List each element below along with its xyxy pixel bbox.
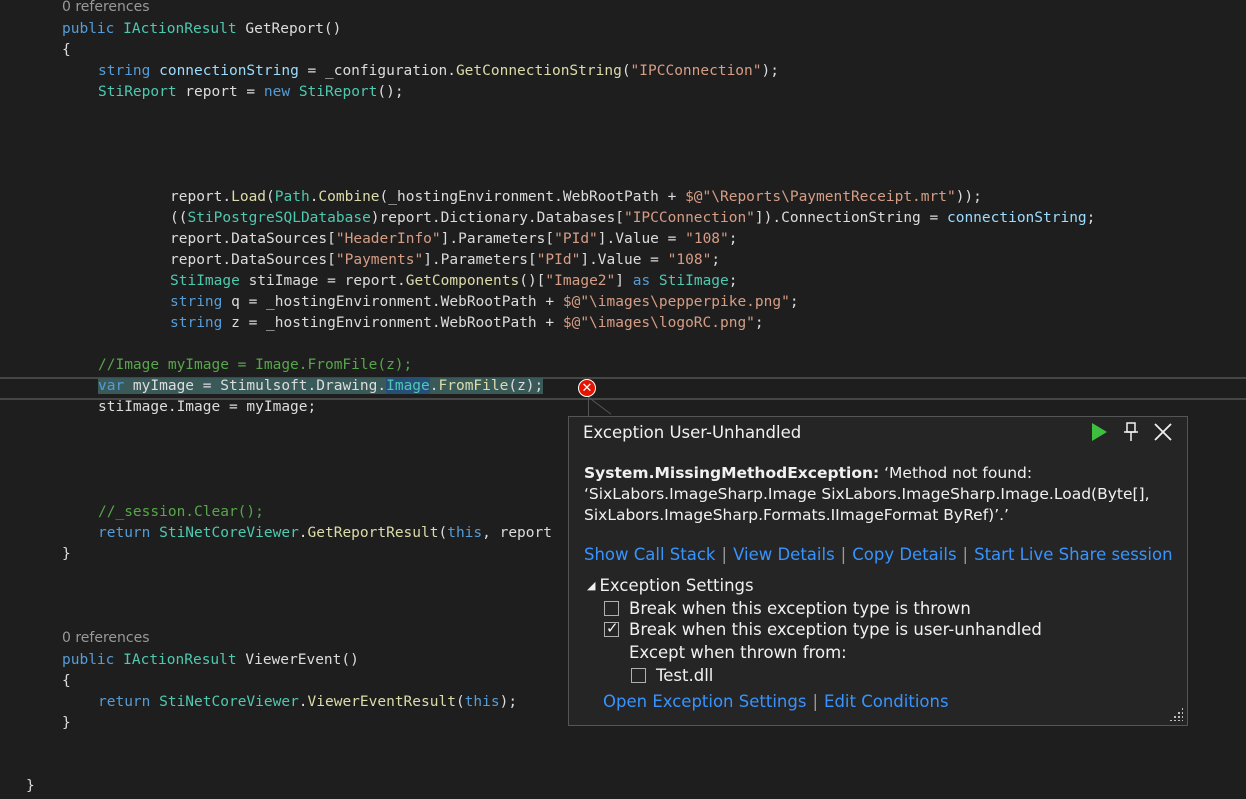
code-comment-session: //_session.Clear(); bbox=[98, 504, 264, 520]
code-line-report: StiReport report = new StiReport(); bbox=[98, 84, 404, 100]
start-live-share-link[interactable]: Start Live Share session bbox=[974, 545, 1172, 564]
break-thrown-option[interactable]: Break when this exception type is thrown bbox=[604, 599, 971, 618]
break-unhandled-checkbox[interactable] bbox=[604, 619, 619, 637]
brace-open-2: { bbox=[62, 673, 71, 689]
brace-close: } bbox=[62, 546, 71, 562]
method-signature-getreport: public IActionResult GetReport() bbox=[62, 21, 342, 37]
dll-checkbox[interactable] bbox=[631, 668, 646, 683]
brace-close-class: } bbox=[26, 778, 35, 794]
collapse-triangle-icon: ◢ bbox=[587, 579, 596, 592]
callout-tail bbox=[588, 397, 615, 417]
brace-open: { bbox=[62, 42, 71, 58]
code-line-assign: stiImage.Image = myImage; bbox=[98, 399, 317, 415]
dll-option[interactable]: Test.dll bbox=[631, 666, 713, 685]
codelens-references[interactable]: 0 references bbox=[62, 0, 150, 18]
break-unhandled-option[interactable]: Break when this exception type is user-u… bbox=[604, 619, 1042, 639]
settings-links: Open Exception Settings | Edit Conditions bbox=[603, 692, 949, 711]
code-line-datasource-headerinfo: report.DataSources["HeaderInfo"].Paramet… bbox=[170, 231, 738, 247]
code-line-return-viewerevent: return StiNetCoreViewer.ViewerEventResul… bbox=[98, 694, 518, 710]
exception-message: System.MissingMethodException: ‘Method n… bbox=[584, 463, 1174, 526]
copy-details-link[interactable]: Copy Details bbox=[852, 545, 956, 564]
code-line-database: ((StiPostgreSQLDatabase)report.Dictionar… bbox=[170, 210, 1096, 226]
codelens-references-2[interactable]: 0 references bbox=[62, 628, 150, 649]
code-line-string-z: string z = _hostingEnvironment.WebRootPa… bbox=[170, 315, 764, 331]
code-line-connection: string connectionString = _configuration… bbox=[98, 63, 779, 79]
code-line-var-myimage[interactable]: var myImage = Stimulsoft.Drawing.Image.F… bbox=[98, 376, 544, 397]
open-exception-settings-link[interactable]: Open Exception Settings bbox=[603, 692, 806, 711]
show-call-stack-link[interactable]: Show Call Stack bbox=[584, 545, 716, 564]
code-line-load: report.Load(Path.Combine(_hostingEnviron… bbox=[170, 189, 982, 205]
code-comment-image: //Image myImage = Image.FromFile(z); bbox=[98, 357, 413, 373]
code-line-stiimage: StiImage stiImage = report.GetComponents… bbox=[170, 273, 738, 289]
error-icon[interactable]: ✕ bbox=[578, 379, 596, 397]
method-signature-viewerevent: public IActionResult ViewerEvent() bbox=[62, 652, 359, 668]
break-thrown-checkbox[interactable] bbox=[604, 601, 619, 616]
exception-settings-toggle[interactable]: ◢ Exception Settings bbox=[587, 576, 754, 595]
code-line-return-report: return StiNetCoreViewer.GetReportResult(… bbox=[98, 525, 552, 541]
resize-grip-icon[interactable] bbox=[1169, 707, 1183, 721]
exception-actions: Show Call Stack | View Details | Copy Detail… bbox=[584, 545, 1173, 564]
exception-title: Exception User-Unhandled bbox=[583, 423, 802, 442]
exception-helper-popup: Exception User-Unhandled System.MissingM… bbox=[568, 416, 1188, 726]
code-line-string-q: string q = _hostingEnvironment.WebRootPa… bbox=[170, 294, 799, 310]
except-label: Except when thrown from: bbox=[629, 643, 847, 662]
edit-conditions-link[interactable]: Edit Conditions bbox=[824, 692, 949, 711]
brace-close-2: } bbox=[62, 715, 71, 731]
close-icon[interactable] bbox=[1153, 422, 1173, 444]
continue-play-icon[interactable] bbox=[1089, 422, 1109, 444]
exception-type: System.MissingMethodException: bbox=[584, 464, 880, 482]
code-line-datasource-payments: report.DataSources["Payments"].Parameter… bbox=[170, 252, 721, 268]
pin-icon[interactable] bbox=[1121, 422, 1141, 444]
view-details-link[interactable]: View Details bbox=[733, 545, 835, 564]
